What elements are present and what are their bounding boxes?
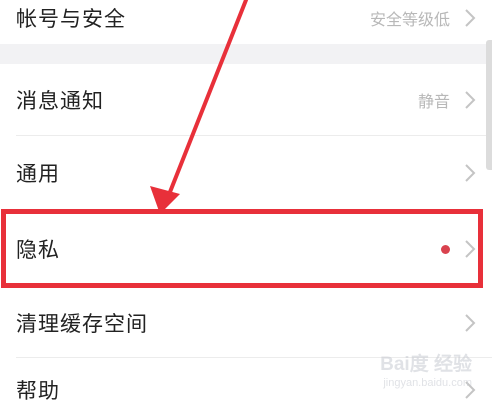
- baidu-watermark: Bai度 经验 jingyan.baidu.com: [358, 347, 478, 391]
- settings-screen: 帐号与安全 安全等级低 消息通知 静音 通用 隐私 清理缓存空间 帮助 Bai度…: [0, 0, 492, 401]
- watermark-url: jingyan.baidu.com: [383, 377, 472, 389]
- watermark-logo: Bai度 经验: [380, 354, 472, 375]
- annotation-arrow-icon: [150, 0, 248, 214]
